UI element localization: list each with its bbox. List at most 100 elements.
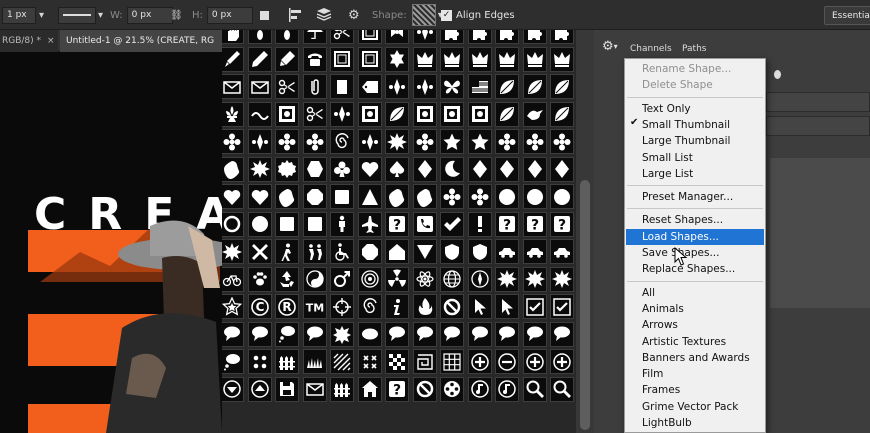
shape-thumbnail[interactable]	[247, 211, 272, 237]
stroke-width-field[interactable]: 1 px ▾	[2, 0, 44, 30]
shape-thumbnail[interactable]	[247, 239, 272, 264]
shape-thumbnail[interactable]	[550, 156, 574, 182]
shape-thumbnail[interactable]	[330, 30, 354, 44]
shape-thumbnail[interactable]	[385, 321, 409, 347]
shape-thumbnail[interactable]	[440, 101, 464, 127]
shape-thumbnail[interactable]	[247, 266, 272, 292]
shape-thumbnail[interactable]	[495, 349, 519, 374]
tab-paths[interactable]: Paths	[682, 44, 706, 54]
shape-thumbnail[interactable]	[222, 156, 244, 182]
shape-thumbnail[interactable]: ?	[385, 211, 409, 237]
shape-thumbnail[interactable]	[412, 74, 437, 99]
shape-thumbnail[interactable]	[495, 294, 519, 319]
shape-thumbnail[interactable]	[412, 101, 437, 127]
shape-thumbnail[interactable]	[275, 321, 299, 347]
shape-thumbnail[interactable]	[440, 266, 464, 292]
shape-thumbnail[interactable]	[550, 294, 574, 319]
shape-thumbnail[interactable]	[440, 74, 464, 99]
width-control[interactable]: W: 0 px	[110, 0, 173, 30]
shape-thumbnail[interactable]	[330, 376, 354, 402]
shape-thumbnail[interactable]	[495, 46, 519, 72]
shape-thumbnail[interactable]	[440, 376, 464, 402]
shape-thumbnail[interactable]	[550, 239, 574, 264]
chevron-down-icon[interactable]: ▾	[614, 42, 618, 51]
shape-thumbnail[interactable]	[495, 74, 519, 99]
shape-thumbnail[interactable]	[550, 376, 574, 402]
shape-thumbnail[interactable]	[302, 74, 327, 99]
shape-thumbnail[interactable]	[522, 321, 547, 347]
shape-thumbnail[interactable]	[385, 184, 409, 209]
shape-thumbnail[interactable]	[412, 184, 437, 209]
shape-thumbnail[interactable]	[385, 156, 409, 182]
shape-thumbnail[interactable]	[222, 294, 244, 319]
shape-thumbnail[interactable]	[550, 321, 574, 347]
shape-thumbnail[interactable]	[385, 266, 409, 292]
shape-thumbnail[interactable]	[222, 74, 244, 99]
shape-swatch[interactable]	[411, 4, 436, 26]
shape-thumbnail[interactable]	[522, 349, 547, 374]
tab-channels[interactable]: Channels	[630, 44, 672, 54]
menu-item-save-shapes[interactable]: Save Shapes...	[626, 245, 764, 261]
shape-thumbnail[interactable]	[467, 239, 492, 264]
shape-thumbnail[interactable]	[412, 266, 437, 292]
shape-thumbnail[interactable]	[495, 156, 519, 182]
chevron-down-icon[interactable]: ▾	[39, 10, 44, 21]
align-edges-checkbox[interactable]: ✓	[441, 9, 452, 21]
shape-thumbnail[interactable]	[247, 321, 272, 347]
shape-thumbnail[interactable]	[222, 211, 244, 237]
shape-thumbnail[interactable]	[330, 239, 354, 264]
shape-thumbnail[interactable]	[467, 74, 492, 99]
gear-icon[interactable]: ⚙	[348, 0, 360, 30]
shape-thumbnail[interactable]	[357, 321, 382, 347]
shape-thumbnail[interactable]	[330, 211, 354, 237]
shape-thumbnail[interactable]	[247, 156, 272, 182]
menu-item-all[interactable]: All	[626, 285, 764, 301]
shape-thumbnail[interactable]: ?	[495, 211, 519, 237]
shape-thumbnail[interactable]	[330, 321, 354, 347]
shape-thumbnail[interactable]	[275, 239, 299, 264]
shape-thumbnail[interactable]	[302, 184, 327, 209]
shape-thumbnail[interactable]	[222, 101, 244, 127]
picker-menu-button[interactable]: ⚙ ▾	[602, 37, 624, 55]
shape-thumbnail[interactable]	[357, 101, 382, 127]
shape-thumbnail[interactable]	[440, 46, 464, 72]
shape-thumbnail[interactable]	[302, 239, 327, 264]
shape-thumbnail[interactable]	[302, 156, 327, 182]
shape-thumbnail[interactable]	[522, 184, 547, 209]
width-input[interactable]: 0 px	[126, 6, 173, 24]
shape-thumbnail[interactable]	[440, 321, 464, 347]
shape-thumbnail[interactable]	[357, 46, 382, 72]
shape-thumbnail[interactable]	[302, 30, 327, 44]
shape-thumbnail[interactable]	[412, 129, 437, 154]
shape-thumbnail[interactable]	[440, 211, 464, 237]
shape-thumbnail[interactable]	[412, 239, 437, 264]
shape-thumbnail[interactable]	[222, 239, 244, 264]
shape-thumbnail[interactable]	[222, 266, 244, 292]
shape-thumbnail[interactable]	[222, 30, 244, 44]
height-control[interactable]: H: 0 px	[192, 0, 253, 30]
shape-thumbnail[interactable]	[550, 101, 574, 127]
shape-thumbnail[interactable]	[467, 30, 492, 44]
shape-thumbnail[interactable]	[357, 294, 382, 319]
stroke-line-preview[interactable]	[58, 6, 96, 24]
tab-untitled-1[interactable]: Untitled-1 @ 21.5% (CREATE, RG	[60, 30, 222, 52]
close-icon[interactable]: ×	[47, 36, 55, 46]
tab-previous-document[interactable]: RGB/8) * ×	[0, 30, 58, 52]
shape-thumbnail[interactable]	[385, 129, 409, 154]
shape-thumbnail[interactable]	[330, 129, 354, 154]
shape-thumbnail[interactable]	[440, 294, 464, 319]
path-operations-icon[interactable]	[260, 0, 269, 30]
shape-thumbnail[interactable]	[247, 30, 272, 44]
shape-thumbnail[interactable]	[357, 349, 382, 374]
shape-thumbnail[interactable]	[275, 266, 299, 292]
shape-thumbnail[interactable]	[302, 129, 327, 154]
shape-thumbnail[interactable]	[550, 74, 574, 99]
align-edges-option[interactable]: ✓ Align Edges	[441, 0, 515, 30]
path-alignment-icon[interactable]	[288, 0, 304, 30]
shape-thumbnail[interactable]	[357, 184, 382, 209]
shape-thumbnail[interactable]	[495, 321, 519, 347]
shape-thumbnail[interactable]	[412, 30, 437, 44]
shape-thumbnail[interactable]	[330, 101, 354, 127]
shape-thumbnail[interactable]	[302, 46, 327, 72]
shape-thumbnail[interactable]	[522, 74, 547, 99]
